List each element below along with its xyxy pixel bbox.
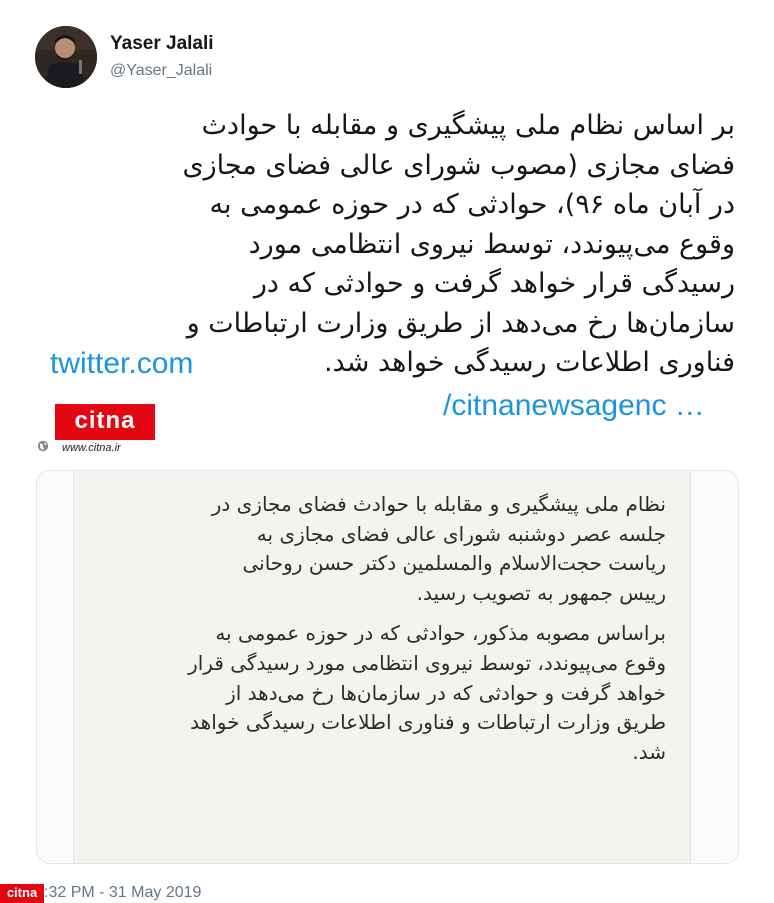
card-line: خواهد گرفت و حوادثی که در سازمان‌ها رخ م… [226, 680, 666, 705]
citna-logo: citna [55, 404, 155, 440]
tweet-line: بر اساس نظام ملی پیشگیری و مقابله با حوا… [201, 110, 735, 141]
citna-url[interactable]: www.citna.ir [62, 442, 121, 454]
tweet-text: بر اساس نظام ملی پیشگیری و مقابله با حوا… [40, 106, 735, 383]
author-handle[interactable]: @Yaser_Jalali [110, 62, 212, 80]
card-line: نظام ملی پیشگیری و مقابله با حوادث فضای … [211, 492, 666, 516]
card-text: نظام ملی پیشگیری و مقابله با حوادث فضای … [66, 490, 666, 767]
card-line: طریق وزارت ارتباطات و فناوری اطلاعات رسی… [190, 710, 666, 735]
tweet-link[interactable]: twitter.com [50, 345, 193, 382]
card-line: براساس مصوبه مذکور، حوادثی که در حوزه عم… [215, 621, 666, 646]
card-line: جلسه عصر دوشنبه شورای عالی فضای مجازی به [256, 521, 666, 546]
tweet-line: وقوع می‌پیوندد، توسط نیروی انتظامی مورد [248, 228, 735, 260]
tweet-line: سازمان‌ها رخ می‌دهد از طریق وزارت ارتباط… [186, 307, 735, 339]
globe-icon [37, 440, 49, 452]
avatar[interactable] [35, 26, 97, 88]
avatar-photo [35, 26, 97, 88]
tweet-line: در آبان ماه ۹۶)، حوادثی که در حوزه عمومی… [209, 189, 736, 220]
tweet-line: رسیدگی قرار خواهد گرفت و حوادثی که در [253, 268, 735, 299]
card-line: ریاست حجت‌الاسلام والمسلمین دکتر حسن روح… [242, 551, 666, 576]
tweet-line: فضای مجازی (مصوب شورای عالی فضای مجازی [182, 149, 735, 181]
tweet-timestamp[interactable]: :32 PM - 31 May 2019 [44, 884, 201, 902]
footer-logo-text: citna [6, 885, 38, 900]
card-line: وقوع می‌پیوندد، توسط نیروی انتظامی مورد … [188, 650, 666, 675]
citna-logo-text: citna [74, 407, 136, 434]
card-line: رییس جمهور به تصویب رسید. [416, 580, 666, 605]
tweet-link-path[interactable]: /citnanewsagenc … [443, 387, 705, 424]
card-line: شد. [632, 739, 666, 764]
footer-citna-logo: citna [0, 884, 44, 903]
author-name[interactable]: Yaser Jalali [110, 33, 214, 55]
